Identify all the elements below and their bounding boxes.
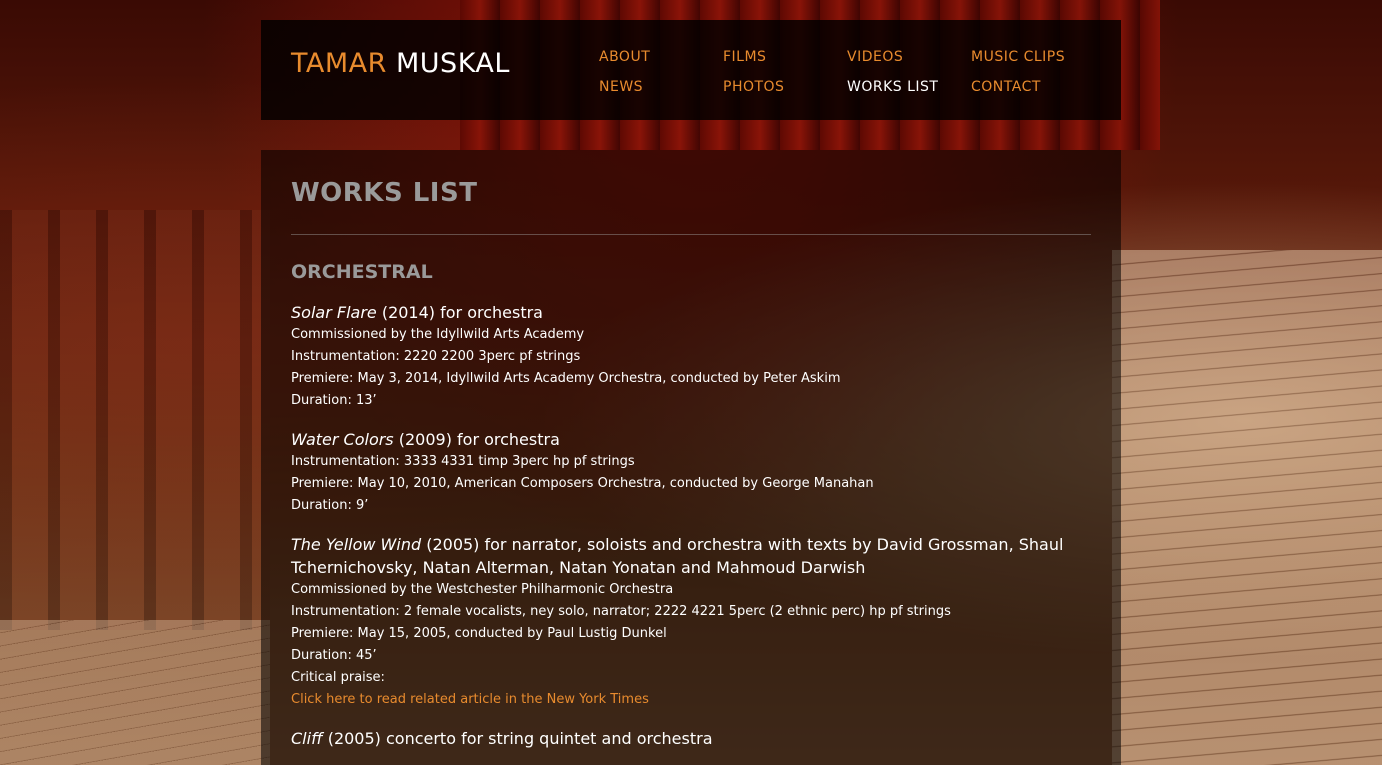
section-title-orchestral: ORCHESTRAL — [291, 261, 433, 283]
nav-videos[interactable]: VIDEOS — [847, 48, 971, 66]
work-instrumentation: Instrumentation: 2220 2200 3perc pf stri… — [291, 349, 581, 364]
work-title: Water Colors (2009) for orchestra — [291, 428, 1091, 451]
logo-last-name: MUSKAL — [396, 48, 510, 79]
work-item: Water Colors (2009) for orchestra Instru… — [291, 428, 1091, 517]
nav-about[interactable]: ABOUT — [599, 48, 723, 66]
work-description: (2009) for orchestra — [393, 430, 560, 449]
nav-photos[interactable]: PHOTOS — [723, 78, 847, 96]
nav-contact[interactable]: CONTACT — [971, 78, 1095, 96]
work-premiere: Premiere: May 10, 2010, American Compose… — [291, 476, 874, 491]
work-item: The Yellow Wind (2005) for narrator, sol… — [291, 533, 1091, 711]
work-critical-praise: Critical praise: — [291, 670, 385, 685]
nav-films[interactable]: FILMS — [723, 48, 847, 66]
work-duration: Duration: 45’ — [291, 648, 377, 663]
work-description: (2014) for orchestra — [376, 303, 543, 322]
work-name: The Yellow Wind — [291, 535, 422, 554]
work-name: Water Colors — [291, 430, 394, 449]
work-title: The Yellow Wind (2005) for narrator, sol… — [291, 533, 1091, 579]
work-commission: Commissioned by the Westchester Philharm… — [291, 582, 674, 597]
work-duration: Duration: 13’ — [291, 393, 377, 408]
main-content: WORKS LIST ORCHESTRAL Solar Flare (2014)… — [261, 150, 1121, 765]
background-notebook — [0, 620, 270, 765]
background-sheet-music — [1112, 250, 1382, 765]
work-name: Solar Flare — [291, 303, 377, 322]
work-premiere: Premiere: May 15, 2005, conducted by Pau… — [291, 626, 667, 641]
background-mixer — [0, 210, 270, 630]
work-description: (2005) concerto for string quintet and o… — [322, 729, 713, 748]
nav-music-clips[interactable]: MUSIC CLIPS — [971, 48, 1095, 66]
work-premiere: Premiere: May 3, 2014, Idyllwild Arts Ac… — [291, 371, 841, 386]
work-name: Cliff — [291, 729, 323, 748]
nyt-article-link[interactable]: Click here to read related article in th… — [291, 689, 1091, 711]
work-duration: Duration: 9’ — [291, 498, 369, 513]
work-item: Cliff (2005) concerto for string quintet… — [291, 727, 1091, 750]
work-commission: Commissioned by the Idyllwild Arts Acade… — [291, 327, 585, 342]
nav-news[interactable]: NEWS — [599, 78, 723, 96]
work-title: Solar Flare (2014) for orchestra — [291, 301, 1091, 324]
logo-first-name: TAMAR — [291, 48, 387, 79]
page-title: WORKS LIST — [291, 178, 1091, 235]
nav-works-list[interactable]: WORKS LIST — [847, 78, 971, 96]
work-title: Cliff (2005) concerto for string quintet… — [291, 727, 1091, 750]
work-instrumentation: Instrumentation: 3333 4331 timp 3perc hp… — [291, 454, 635, 469]
site-logo[interactable]: TAMAR MUSKAL — [291, 48, 510, 79]
work-instrumentation: Instrumentation: 2 female vocalists, ney… — [291, 604, 951, 619]
main-nav: ABOUT FILMS VIDEOS MUSIC CLIPS NEWS PHOT… — [599, 48, 1095, 96]
content-inner: WORKS LIST ORCHESTRAL Solar Flare (2014)… — [291, 178, 1091, 765]
site-header: TAMAR MUSKAL ABOUT FILMS VIDEOS MUSIC CL… — [261, 20, 1121, 120]
work-item: Solar Flare (2014) for orchestra Commiss… — [291, 301, 1091, 412]
